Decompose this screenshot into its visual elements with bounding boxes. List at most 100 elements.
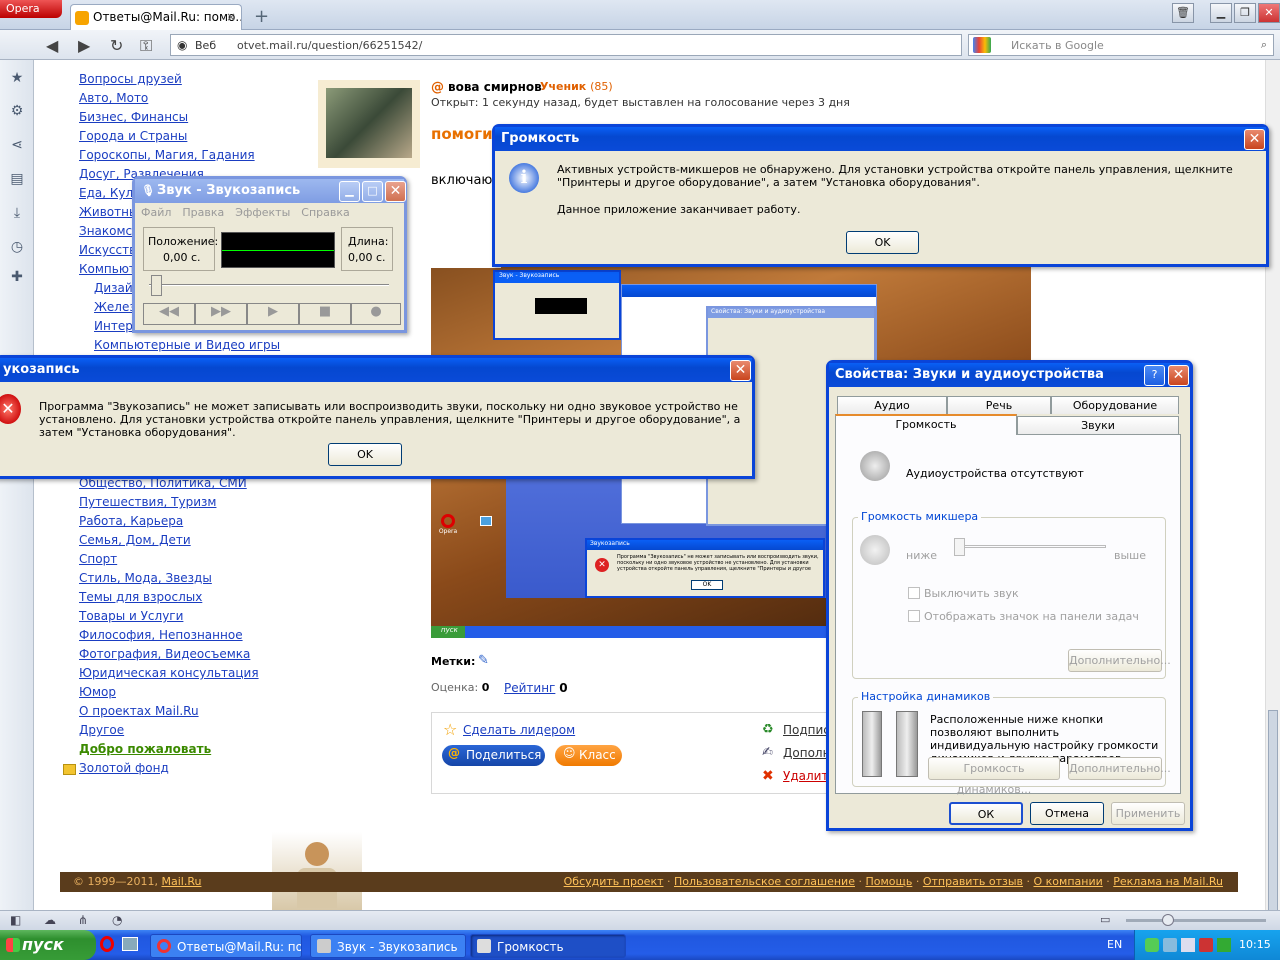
footer-link[interactable]: Обсудить проект — [564, 875, 664, 888]
close-window-button[interactable]: ✕ — [1258, 3, 1280, 23]
zoom-slider-thumb[interactable] — [1162, 914, 1174, 926]
tab-speech[interactable]: Речь — [947, 396, 1051, 414]
taskbar-item-volume[interactable]: Громкость — [470, 934, 626, 958]
klass-button[interactable]: ☺ Класс — [555, 745, 622, 766]
category-link[interactable]: Фотография, Видеосъемка — [79, 647, 250, 661]
position-slider[interactable] — [149, 284, 389, 286]
tray-network-icon[interactable] — [1163, 938, 1177, 952]
welcome-link[interactable]: Добро пожаловать — [79, 742, 211, 756]
category-link[interactable]: Вопросы друзей — [79, 72, 182, 86]
help-button[interactable]: ? — [1144, 365, 1165, 386]
category-link[interactable]: Города и Страны — [79, 129, 187, 143]
recorder-minimize-button[interactable]: ▁ — [339, 181, 360, 202]
tab-active[interactable]: Ответы@Mail.Ru: помо... × — [70, 4, 242, 30]
mute-checkbox[interactable] — [908, 587, 920, 599]
volume-close-button[interactable]: ✕ — [1244, 129, 1265, 150]
category-link[interactable]: Другое — [79, 723, 124, 737]
category-link[interactable]: Гороскопы, Магия, Гадания — [79, 148, 255, 162]
opera-menu-button[interactable]: Opera — [0, 0, 62, 18]
category-link[interactable]: Стиль, Мода, Звезды — [79, 571, 212, 585]
tray-speaker-icon[interactable] — [1199, 938, 1213, 952]
mixer-slider-thumb[interactable] — [954, 538, 965, 556]
user-avatar[interactable] — [318, 80, 420, 168]
unite-icon[interactable]: ⋔ — [78, 913, 88, 927]
category-link[interactable]: Спорт — [79, 552, 117, 566]
search-icon[interactable]: ⌕ — [1261, 38, 1267, 52]
props-cancel-button[interactable]: Отмена — [1030, 802, 1104, 825]
notes-icon[interactable]: ▤ — [9, 171, 25, 187]
make-leader-link[interactable]: Сделать лидером — [463, 723, 575, 737]
view-icon[interactable]: ▭ — [1100, 913, 1110, 926]
props-close-button[interactable]: ✕ — [1168, 365, 1189, 386]
cloud-icon[interactable]: ☁ — [44, 913, 56, 927]
quicklaunch-desktop-icon[interactable] — [122, 937, 138, 951]
sound-recorder-window[interactable]: 🎙 Звук - Звукозапись ▁ □ ✕ Файл Правка Эффе… — [132, 176, 407, 333]
recorder-menu-item[interactable]: Эффекты — [235, 206, 290, 219]
category-link[interactable]: Бизнес, Финансы — [79, 110, 188, 124]
recorder-menu-item[interactable]: Правка — [182, 206, 224, 219]
props-apply-button[interactable]: Применить — [1111, 802, 1185, 825]
category-link[interactable]: Семья, Дом, Дети — [79, 533, 191, 547]
category-link[interactable]: Темы для взрослых — [79, 590, 202, 604]
recorder-close-button[interactable]: ✕ — [385, 181, 406, 202]
trash-icon[interactable]: 🗑 — [1172, 3, 1194, 23]
category-link[interactable]: Путешествия, Туризм — [79, 495, 216, 509]
stop-button[interactable]: ■ — [299, 303, 351, 325]
minimize-button[interactable]: ▁ — [1210, 3, 1232, 23]
tab-hardware[interactable]: Оборудование — [1051, 396, 1179, 414]
language-indicator[interactable]: EN — [1107, 938, 1122, 951]
search-input[interactable]: Искать в Google ⌕ — [968, 34, 1274, 56]
settings-gear-icon[interactable]: ⚙ — [9, 103, 25, 119]
mixer-advanced-button[interactable]: Дополнительно... — [1068, 649, 1171, 672]
category-link[interactable]: Философия, Непознанное — [79, 628, 243, 642]
category-link[interactable]: Товары и Услуги — [79, 609, 183, 623]
category-link[interactable]: Юридическая консультация — [79, 666, 259, 680]
downloads-icon[interactable]: ⤓ — [9, 205, 25, 221]
seek-end-button[interactable]: ▶▶ — [195, 303, 247, 325]
error-ok-button[interactable]: OK — [328, 443, 402, 466]
start-button[interactable]: пуск — [0, 930, 96, 960]
bookmarks-star-icon[interactable]: ★ — [9, 70, 25, 86]
speed-icon[interactable]: ◔ — [112, 913, 122, 927]
restore-button[interactable]: ❐ — [1234, 3, 1256, 23]
tab-audio[interactable]: Аудио — [837, 396, 947, 414]
record-button[interactable]: ● — [351, 303, 401, 325]
speaker-volume-button[interactable]: Громкость динамиков... — [928, 757, 1060, 796]
speakers-advanced-button[interactable]: Дополнительно... — [1068, 757, 1171, 780]
error-close-button[interactable]: ✕ — [730, 360, 751, 381]
reload-icon[interactable]: ↻ — [110, 36, 123, 55]
category-link[interactable]: Авто, Мото — [79, 91, 148, 105]
tab-volume[interactable]: Громкость — [835, 414, 1017, 435]
recorder-maximize-button[interactable]: □ — [362, 181, 383, 202]
category-link[interactable]: Юмор — [79, 685, 116, 699]
address-bar[interactable]: ◉ Веб otvet.mail.ru/question/66251542/ — [170, 34, 962, 56]
zoom-slider[interactable] — [1126, 919, 1266, 922]
recorder-menu-item[interactable]: Справка — [301, 206, 349, 219]
taskbar-item-recorder[interactable]: Звук - Звукозапись — [310, 934, 466, 958]
ranking-link[interactable]: Рейтинг 0 — [504, 681, 568, 695]
quicklaunch-opera-icon[interactable] — [100, 936, 114, 952]
sound-properties-dialog[interactable]: Свойства: Звуки и аудиоустройства ? ✕ Ау… — [826, 360, 1193, 831]
tray-display-icon[interactable] — [1181, 938, 1195, 952]
new-tab-button[interactable]: + — [254, 6, 269, 27]
tab-sounds[interactable]: Звуки — [1017, 416, 1179, 434]
props-ok-button[interactable]: ОК — [949, 802, 1023, 825]
category-link[interactable]: О проектах Mail.Ru — [79, 704, 199, 718]
user-name-link[interactable]: вова смирнов — [448, 80, 542, 94]
footer-link[interactable]: О компании — [1034, 875, 1103, 888]
footer-link[interactable]: Пользовательское соглашение — [674, 875, 855, 888]
add-plus-icon[interactable]: ✚ — [9, 269, 25, 285]
key-icon[interactable]: ⚿ — [140, 36, 152, 56]
tray-nvidia-icon[interactable] — [1217, 938, 1231, 952]
tray-icon-checkbox[interactable] — [908, 610, 920, 622]
category-link[interactable]: Компьютерные и Видео игры — [94, 338, 280, 352]
slider-thumb[interactable] — [151, 275, 162, 296]
recorder-error-dialog[interactable]: укозапись ✕ ✕ Программа "Звукозапись" не… — [0, 355, 755, 479]
tab-close-icon[interactable]: × — [226, 10, 236, 24]
footer-link[interactable]: Отправить отзыв — [923, 875, 1023, 888]
share-icon[interactable]: ⋖ — [9, 137, 25, 153]
back-arrow-icon[interactable]: ◀ — [46, 36, 58, 55]
history-clock-icon[interactable]: ◷ — [9, 239, 25, 255]
mixer-volume-slider[interactable] — [954, 545, 1106, 548]
play-button[interactable]: ▶ — [247, 303, 299, 325]
